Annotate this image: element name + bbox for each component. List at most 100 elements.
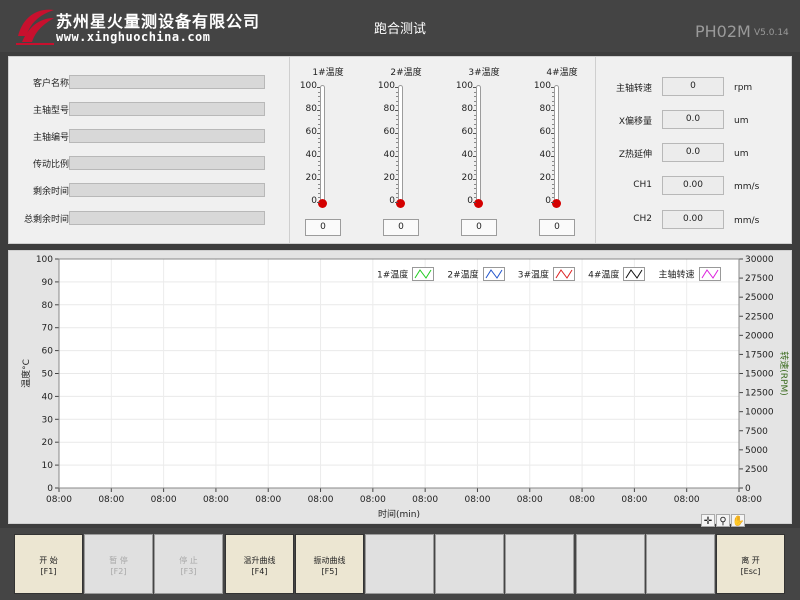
thermometer-tick-label: 80 xyxy=(305,104,317,114)
model-name: PH02M xyxy=(695,22,751,41)
x-tick-label: 08:00 xyxy=(255,495,281,505)
thermometer-minor-tick xyxy=(552,105,554,107)
x-tick-label: 08:00 xyxy=(46,495,72,505)
reading-z-thermal-extension: Z热延伸 0.0 um xyxy=(596,143,786,163)
thermometer-minor-tick xyxy=(552,100,554,102)
thermometer-tick xyxy=(395,110,398,111)
thermometer-minor-tick xyxy=(474,183,476,185)
y2-tick-label: 10000 xyxy=(745,408,774,418)
thermometer-minor-tick xyxy=(552,119,554,121)
temperature-curve-button[interactable]: 温升曲线 [F4] xyxy=(225,534,294,594)
thermometer-title: 2#温度 xyxy=(390,68,422,78)
thermometer-minor-tick xyxy=(474,114,476,116)
thermometer-tick xyxy=(317,110,320,111)
empty-function-button xyxy=(435,534,504,594)
thermometer-minor-tick xyxy=(552,174,554,176)
thermometer-minor-tick xyxy=(474,123,476,125)
thermometer-tube xyxy=(398,85,403,203)
empty-function-button xyxy=(505,534,574,594)
thermometer-tick xyxy=(551,110,554,111)
y2-tick-label: 7500 xyxy=(745,427,768,437)
x-tick-label: 08:00 xyxy=(736,495,762,505)
thermometer-tick xyxy=(395,179,398,180)
thermometer-minor-tick xyxy=(474,105,476,107)
zoom-icon[interactable]: ⚲ xyxy=(716,514,730,527)
thermometer-minor-tick xyxy=(396,100,398,102)
thermometer-minor-tick xyxy=(318,114,320,116)
thermometer-bulb xyxy=(474,199,483,208)
thermometer-minor-tick xyxy=(318,142,320,144)
legend-item: 1#温度 xyxy=(377,266,435,281)
x-tick-label: 08:00 xyxy=(308,495,334,505)
thermometer-minor-tick xyxy=(552,160,554,162)
y2-tick-label: 12500 xyxy=(745,389,774,399)
thermometer-tick xyxy=(317,133,320,134)
thermometer-minor-tick xyxy=(318,151,320,153)
info-row-transmission-ratio: 传动比例 xyxy=(9,155,279,173)
reading-ch2: CH2 0.00 mm/s xyxy=(596,210,786,230)
pan-hand-icon[interactable]: ✋ xyxy=(731,514,745,527)
y2-tick-label: 30000 xyxy=(745,255,774,265)
stop-button[interactable]: 停 止 [F3] xyxy=(154,534,223,594)
y-tick-label: 90 xyxy=(42,278,54,288)
thermometer-minor-tick xyxy=(396,160,398,162)
thermometer-tick-label: 0 xyxy=(467,196,473,206)
transmission-ratio-field[interactable] xyxy=(69,156,265,170)
thermometer-tick xyxy=(473,133,476,134)
reading-value: 0.0 xyxy=(662,143,724,162)
spindle-number-field[interactable] xyxy=(69,129,265,143)
version-label: V5.0.14 xyxy=(754,28,789,38)
y-tick-label: 80 xyxy=(42,301,54,311)
thermometer-minor-tick xyxy=(474,197,476,199)
vibration-curve-button[interactable]: 振动曲线 [F5] xyxy=(295,534,364,594)
thermometer-tube xyxy=(476,85,481,203)
thermometer-value: 0 xyxy=(383,219,419,236)
total-remaining-time-field xyxy=(69,211,265,225)
window-title: 跑合测试 xyxy=(373,22,426,37)
exit-button[interactable]: 离 开 [Esc] xyxy=(716,534,785,594)
cursor-move-icon[interactable]: ✛ xyxy=(701,514,715,527)
x-tick-label: 08:00 xyxy=(569,495,595,505)
temperature-speed-chart[interactable]: 0 10 20 30 40 50 60 70 80 90 100 0 2500 5000 7500 10000… xyxy=(9,251,793,525)
thermometer-minor-tick xyxy=(552,114,554,116)
thermometer-minor-tick xyxy=(396,169,398,171)
legend-label: 3#温度 xyxy=(517,270,550,280)
start-button[interactable]: 开 始 [F1] xyxy=(14,534,83,594)
thermometer-minor-tick xyxy=(318,91,320,93)
thermometer-tick xyxy=(317,179,320,180)
thermometer-value: 0 xyxy=(461,219,497,236)
thermometer-minor-tick xyxy=(474,137,476,139)
thermometer-3: 3#温度 0 100 80 60 40 20 0 xyxy=(449,57,527,243)
thermometer-minor-tick xyxy=(474,91,476,93)
thermometer-tick xyxy=(473,156,476,157)
reading-unit: rpm xyxy=(734,83,753,93)
y2-tick-label: 15000 xyxy=(745,370,774,380)
reading-label: X偏移量 xyxy=(618,117,652,127)
x-tick-label: 08:00 xyxy=(203,495,229,505)
thermometer-minor-tick xyxy=(318,123,320,125)
y2-tick-label: 20000 xyxy=(745,331,774,341)
y2-tick-label: 0 xyxy=(745,484,751,494)
thermometer-tube xyxy=(554,85,559,203)
spindle-model-field[interactable] xyxy=(69,102,265,116)
info-row-spindle-model: 主轴型号 xyxy=(9,101,279,119)
legend-label: 1#温度 xyxy=(377,270,409,280)
thermometer-tick-label: 80 xyxy=(383,104,395,114)
thermometer-minor-tick xyxy=(318,192,320,194)
pause-button[interactable]: 暂 停 [F2] xyxy=(84,534,153,594)
thermometer-minor-tick xyxy=(318,119,320,121)
thermometer-2: 2#温度 0 100 80 60 40 20 0 xyxy=(371,57,449,243)
thermometer-minor-tick xyxy=(396,197,398,199)
thermometer-tick xyxy=(395,87,398,88)
empty-function-button xyxy=(646,534,715,594)
thermometer-tick-label: 80 xyxy=(539,104,551,114)
thermometer-minor-tick xyxy=(318,160,320,162)
x-axis-title: 时间(min) xyxy=(378,508,420,520)
thermometer-tick xyxy=(551,202,554,203)
y-tick-label: 50 xyxy=(42,370,54,380)
x-tick-label: 08:00 xyxy=(360,495,386,505)
customer-name-field[interactable] xyxy=(69,75,265,89)
thermometer-tick-label: 100 xyxy=(377,81,395,91)
reading-label: Z热延伸 xyxy=(618,150,652,160)
thermometer-minor-tick xyxy=(552,151,554,153)
